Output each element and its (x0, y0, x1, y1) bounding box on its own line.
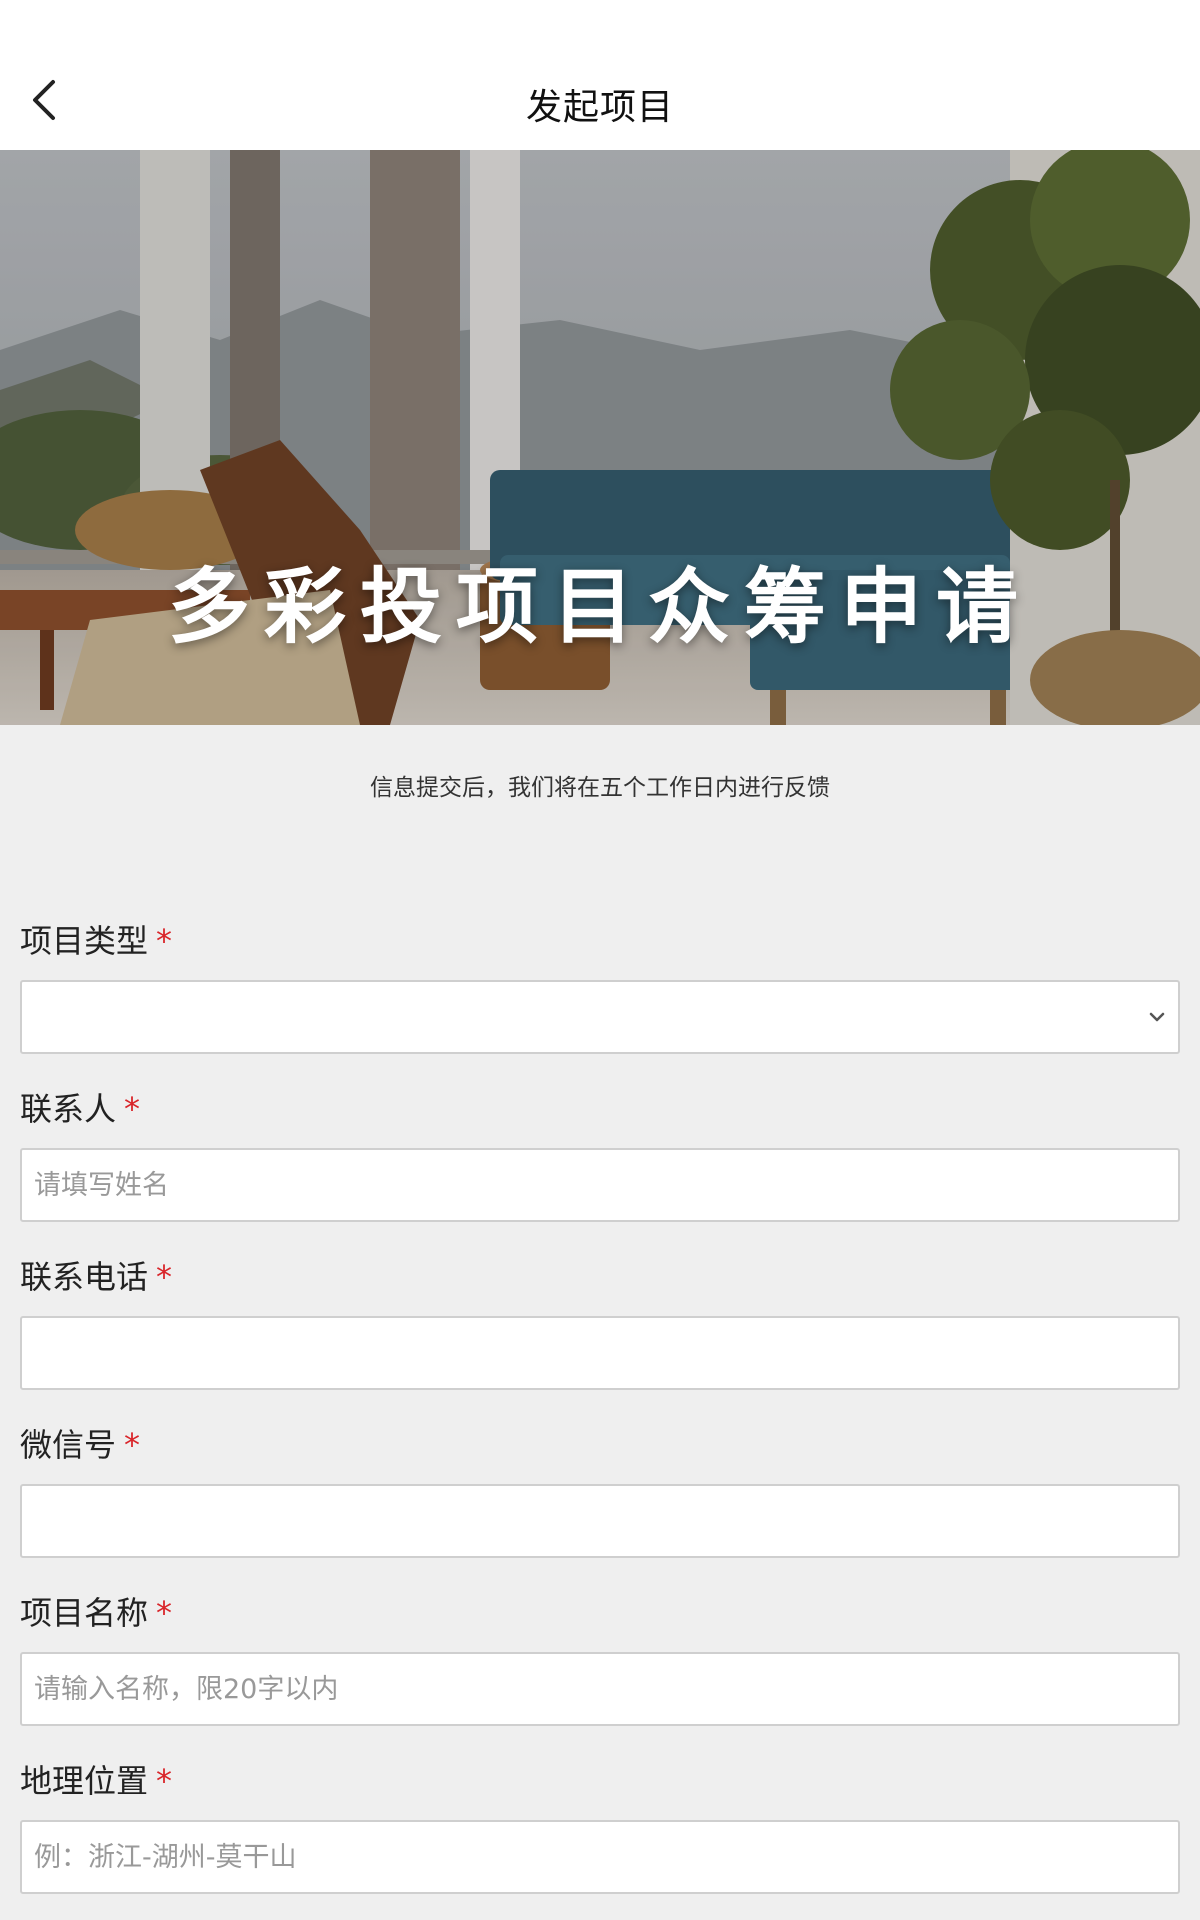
location-label: 地理位置 * (20, 1762, 173, 1800)
contact-phone-input[interactable] (34, 1318, 1178, 1388)
project-name-field-box (20, 1652, 1180, 1726)
hero-banner: 多彩投项目众筹申请 (0, 150, 1200, 725)
project-name-label: 项目名称 * (20, 1594, 173, 1632)
project-type-label: 项目类型 * (20, 922, 173, 960)
required-mark: * (156, 1258, 173, 1296)
required-mark: * (156, 1594, 173, 1632)
project-type-select[interactable] (20, 980, 1180, 1054)
required-mark: * (124, 1090, 141, 1128)
contact-phone-label: 联系电话 * (20, 1258, 173, 1296)
required-mark: * (124, 1426, 141, 1464)
banner-title: 多彩投项目众筹申请 (167, 560, 1032, 655)
wechat-input[interactable] (34, 1486, 1178, 1556)
top-nav-bar: 发起项目 (0, 0, 1200, 150)
chevron-down-icon (1149, 1012, 1165, 1022)
required-mark: * (156, 922, 173, 960)
contact-phone-field-box (20, 1316, 1180, 1390)
wechat-label: 微信号 * (20, 1426, 141, 1464)
contact-name-input[interactable] (34, 1150, 1178, 1220)
submission-notice: 信息提交后，我们将在五个工作日内进行反馈 (370, 775, 830, 801)
location-input[interactable] (34, 1822, 1178, 1892)
contact-name-label: 联系人 * (20, 1090, 141, 1128)
contact-name-field-box (20, 1148, 1180, 1222)
location-field-box (20, 1820, 1180, 1894)
required-mark: * (156, 1762, 173, 1800)
project-name-input[interactable] (34, 1654, 1178, 1724)
page-title: 发起项目 (525, 87, 674, 128)
wechat-field-box (20, 1484, 1180, 1558)
